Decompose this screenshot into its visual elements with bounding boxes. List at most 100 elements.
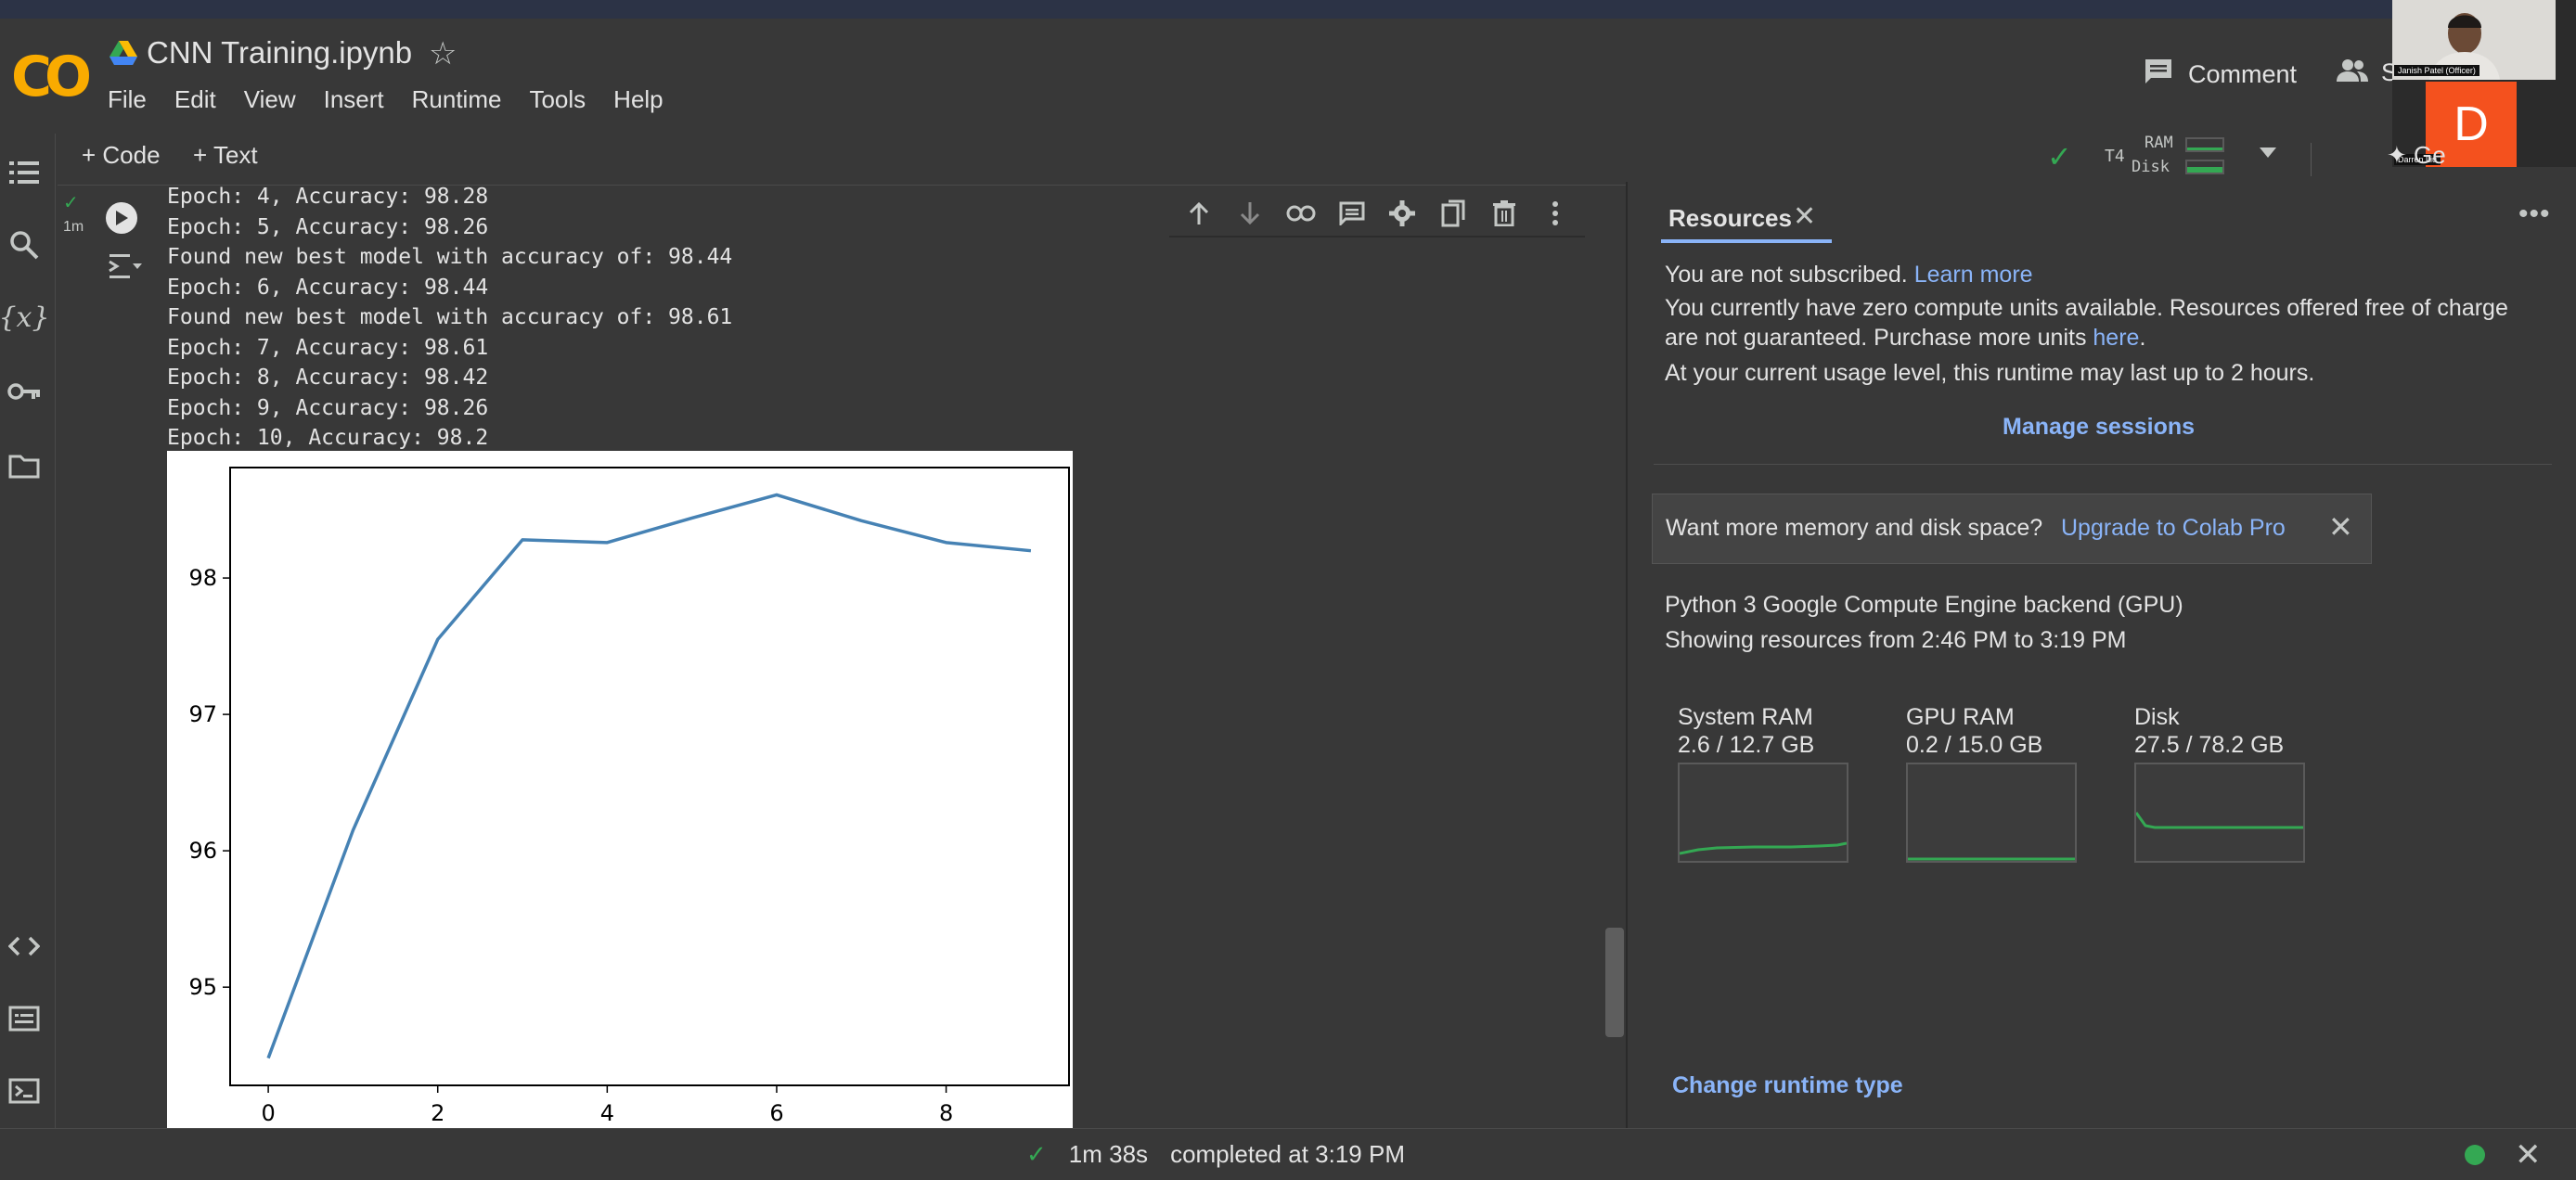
plot-frame [229, 467, 1070, 1086]
execution-status[interactable]: ✓ 1m 38s completed at 3:19 PM [1026, 1140, 1405, 1169]
terminal-icon[interactable] [6, 1072, 43, 1109]
command-palette-icon[interactable] [6, 1000, 43, 1037]
close-status-icon[interactable]: ✕ [2515, 1136, 2542, 1174]
gemini-button[interactable]: ✦ Ge [2387, 141, 2446, 170]
gpu-ram-graph [1906, 763, 2077, 863]
divider [1654, 464, 2552, 465]
menu-insert[interactable]: Insert [324, 85, 384, 114]
dropdown-icon[interactable] [2260, 147, 2276, 163]
menu-help[interactable]: Help [613, 85, 663, 114]
compute-units-period: . [2139, 325, 2146, 351]
gpu-ram-gauge-label: GPU RAM 0.2 / 15.0 GB [1906, 703, 2042, 759]
code-snippets-icon[interactable] [6, 928, 43, 965]
completed-time: completed at 3:19 PM [1170, 1140, 1405, 1168]
cell-gutter: ✓ 1m [58, 186, 160, 1128]
ram-bar [2185, 137, 2224, 152]
x-tick-label: 4 [600, 1100, 614, 1126]
upgrade-banner: Want more memory and disk space? Upgrade… [1652, 494, 2372, 564]
compute-units-line-1: You currently have zero compute units av… [1665, 295, 2508, 321]
more-options-icon[interactable]: ••• [2518, 199, 2551, 230]
learn-more-link[interactable]: Learn more [1914, 262, 2033, 288]
disk-gauge-label: Disk 27.5 / 78.2 GB [2134, 703, 2284, 759]
output-line: Epoch: 9, Accuracy: 98.26 [167, 395, 489, 420]
y-tick-label: 97 [188, 701, 217, 727]
google-drive-icon [109, 41, 137, 70]
table-of-contents-icon[interactable] [6, 154, 43, 191]
purchase-here-link[interactable]: here [2093, 325, 2139, 351]
output-line: Epoch: 8, Accuracy: 98.42 [167, 366, 489, 390]
mirror-cell-icon[interactable] [1433, 195, 1474, 232]
gauge-title: System RAM [1678, 704, 1813, 730]
add-text-button[interactable]: + Text [193, 141, 258, 170]
active-tab-indicator [1661, 239, 1832, 243]
upgrade-prompt: Want more memory and disk space? [1666, 515, 2043, 541]
delete-trash-icon[interactable] [1484, 195, 1525, 232]
gauge-title: Disk [2134, 704, 2180, 730]
ram-disk-indicator[interactable]: RAM Disk [2104, 134, 2289, 186]
status-check-icon: ✓ [1026, 1140, 1047, 1168]
accuracy-line-chart: 0 2 4 6 8 95 96 97 98 [167, 451, 1073, 1128]
people-icon [2337, 58, 2368, 88]
cell-exec-time: 1m [63, 219, 84, 235]
gauge-value: 0.2 / 15.0 GB [1906, 732, 2043, 758]
move-up-icon[interactable] [1179, 195, 1219, 232]
close-resources-icon[interactable]: ✕ [1793, 200, 1816, 233]
menu-tools[interactable]: Tools [529, 85, 586, 114]
resources-tab[interactable]: Resources [1668, 204, 1792, 233]
system-ram-graph [1678, 763, 1848, 863]
upgrade-colab-pro-link[interactable]: Upgrade to Colab Pro [2061, 515, 2286, 542]
chart-svg: 0 2 4 6 8 95 96 97 98 [188, 467, 1070, 1126]
usage-estimate: At your current usage level, this runtim… [1665, 360, 2315, 386]
notebook-scrollbar[interactable] [1605, 928, 1624, 1037]
menu-file[interactable]: File [108, 85, 147, 114]
gauge-value: 2.6 / 12.7 GB [1678, 732, 1815, 758]
x-tick-label: 2 [431, 1100, 444, 1126]
share-button[interactable]: S [2337, 58, 2398, 88]
files-folder-icon[interactable] [6, 447, 43, 484]
link-icon[interactable] [1281, 195, 1321, 232]
colab-logo[interactable]: CO [11, 45, 92, 109]
star-icon[interactable]: ☆ [429, 35, 457, 72]
output-line: Epoch: 7, Accuracy: 98.61 [167, 335, 489, 360]
comment-button[interactable]: Comment [2144, 58, 2297, 92]
variables-icon[interactable]: {x} [0, 299, 50, 336]
notebook-toolbar: + Code + Text ✓ T4 RAM Disk ✦ Ge [58, 134, 2576, 186]
close-banner-icon[interactable]: ✕ [2328, 509, 2353, 545]
accuracy-series-line [266, 493, 1032, 1059]
output-actions-icon[interactable] [108, 252, 143, 285]
resource-time-range: Showing resources from 2:46 PM to 3:19 P… [1665, 627, 2127, 653]
browser-top-strip [0, 0, 2576, 19]
cell-toolbar [1169, 191, 1585, 237]
connected-check-icon: ✓ [2047, 140, 2072, 173]
y-tick-label: 95 [188, 974, 217, 1000]
menu-edit[interactable]: Edit [174, 85, 216, 114]
gauge-value: 27.5 / 78.2 GB [2134, 732, 2285, 758]
y-tick-label: 98 [188, 565, 217, 591]
secrets-key-icon[interactable] [6, 373, 43, 410]
comment-icon [2144, 58, 2173, 92]
move-down-icon[interactable] [1230, 195, 1270, 232]
gauge-title: GPU RAM [1906, 704, 2015, 730]
menu-runtime[interactable]: Runtime [412, 85, 502, 114]
disk-bar [2185, 160, 2224, 174]
run-cell-button[interactable] [106, 202, 137, 234]
y-tick-label: 96 [188, 838, 217, 864]
participant-video: Janish Patel (Officer) [2392, 0, 2556, 80]
x-tick-label: 0 [261, 1100, 275, 1126]
output-line: Epoch: 10, Accuracy: 98.2 [167, 426, 489, 450]
subscription-status: You are not subscribed. Learn more [1665, 260, 2033, 289]
system-ram-gauge-label: System RAM 2.6 / 12.7 GB [1678, 703, 1814, 759]
execution-duration: 1m 38s [1068, 1140, 1149, 1168]
manage-sessions-link[interactable]: Manage sessions [2003, 414, 2195, 441]
comment-icon[interactable] [1332, 195, 1372, 232]
change-runtime-type-link[interactable]: Change runtime type [1672, 1072, 1903, 1099]
notebook-title[interactable]: CNN Training.ipynb [147, 35, 412, 71]
settings-gear-icon[interactable] [1382, 195, 1423, 232]
more-options-icon[interactable] [1535, 195, 1576, 232]
connection-status-dot [2465, 1145, 2485, 1165]
left-sidebar: {x} [0, 134, 56, 1128]
add-code-button[interactable]: + Code [82, 141, 161, 170]
output-line: Epoch: 6, Accuracy: 98.44 [167, 275, 489, 300]
menu-view[interactable]: View [244, 85, 296, 114]
search-icon[interactable] [6, 226, 43, 263]
